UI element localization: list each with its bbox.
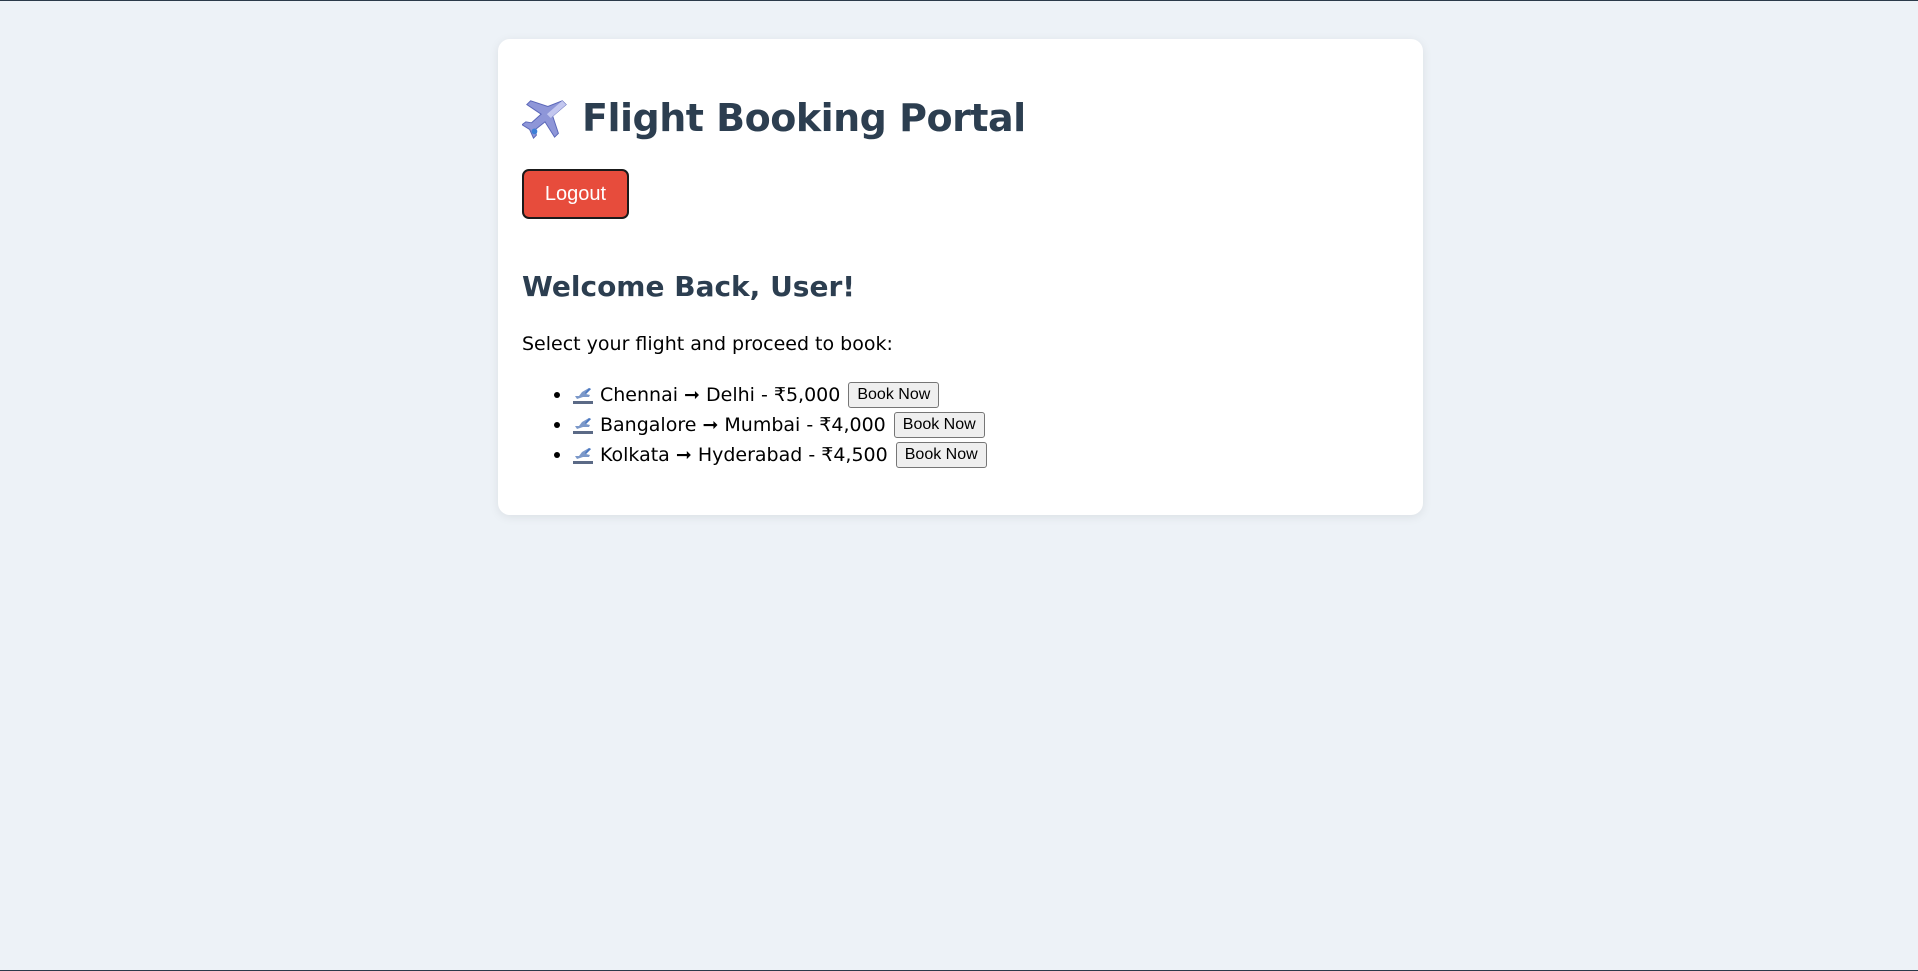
title-row: Flight Booking Portal [522, 95, 1026, 141]
departure-icon [573, 387, 593, 404]
flight-list: Chennai ➞ Delhi - ₹5,000 Book Now Bangal… [522, 379, 987, 469]
welcome-heading: Welcome Back, User! [522, 270, 856, 303]
flight-route: Bangalore ➞ Mumbai - ₹4,000 [600, 413, 886, 436]
flight-item: Kolkata ➞ Hyderabad - ₹4,500 Book Now [572, 439, 987, 469]
departure-icon [573, 447, 593, 464]
flight-item: Bangalore ➞ Mumbai - ₹4,000 Book Now [572, 409, 987, 439]
departure-icon [573, 417, 593, 434]
flight-route: Chennai ➞ Delhi - ₹5,000 [600, 383, 841, 406]
instructions-text: Select your flight and proceed to book: [522, 333, 893, 355]
book-now-button[interactable]: Book Now [895, 441, 987, 468]
page-title: Flight Booking Portal [582, 96, 1026, 140]
flight-route: Kolkata ➞ Hyderabad - ₹4,500 [600, 443, 888, 466]
book-now-button[interactable]: Book Now [893, 411, 985, 438]
logout-button[interactable]: Logout [522, 169, 629, 219]
booking-card: Flight Booking Portal Logout Welcome Bac… [498, 39, 1423, 515]
flight-item: Chennai ➞ Delhi - ₹5,000 Book Now [572, 379, 987, 409]
airplane-icon [522, 100, 567, 139]
book-now-button[interactable]: Book Now [848, 381, 940, 408]
